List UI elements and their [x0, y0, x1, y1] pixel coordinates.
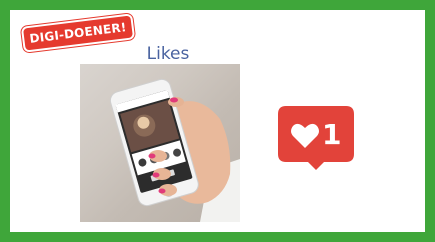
- phone-in-hand-photo: [80, 64, 240, 222]
- slide-frame: DIGI-DOENER! Likes 1: [0, 0, 435, 242]
- heart-icon: [291, 123, 319, 148]
- slide-canvas: DIGI-DOENER! Likes 1: [10, 10, 425, 232]
- like-notification-bubble: 1: [278, 106, 354, 170]
- slide-title: Likes: [146, 44, 190, 64]
- like-count: 1: [322, 118, 342, 151]
- phone-in-hand-illustration: [109, 78, 240, 222]
